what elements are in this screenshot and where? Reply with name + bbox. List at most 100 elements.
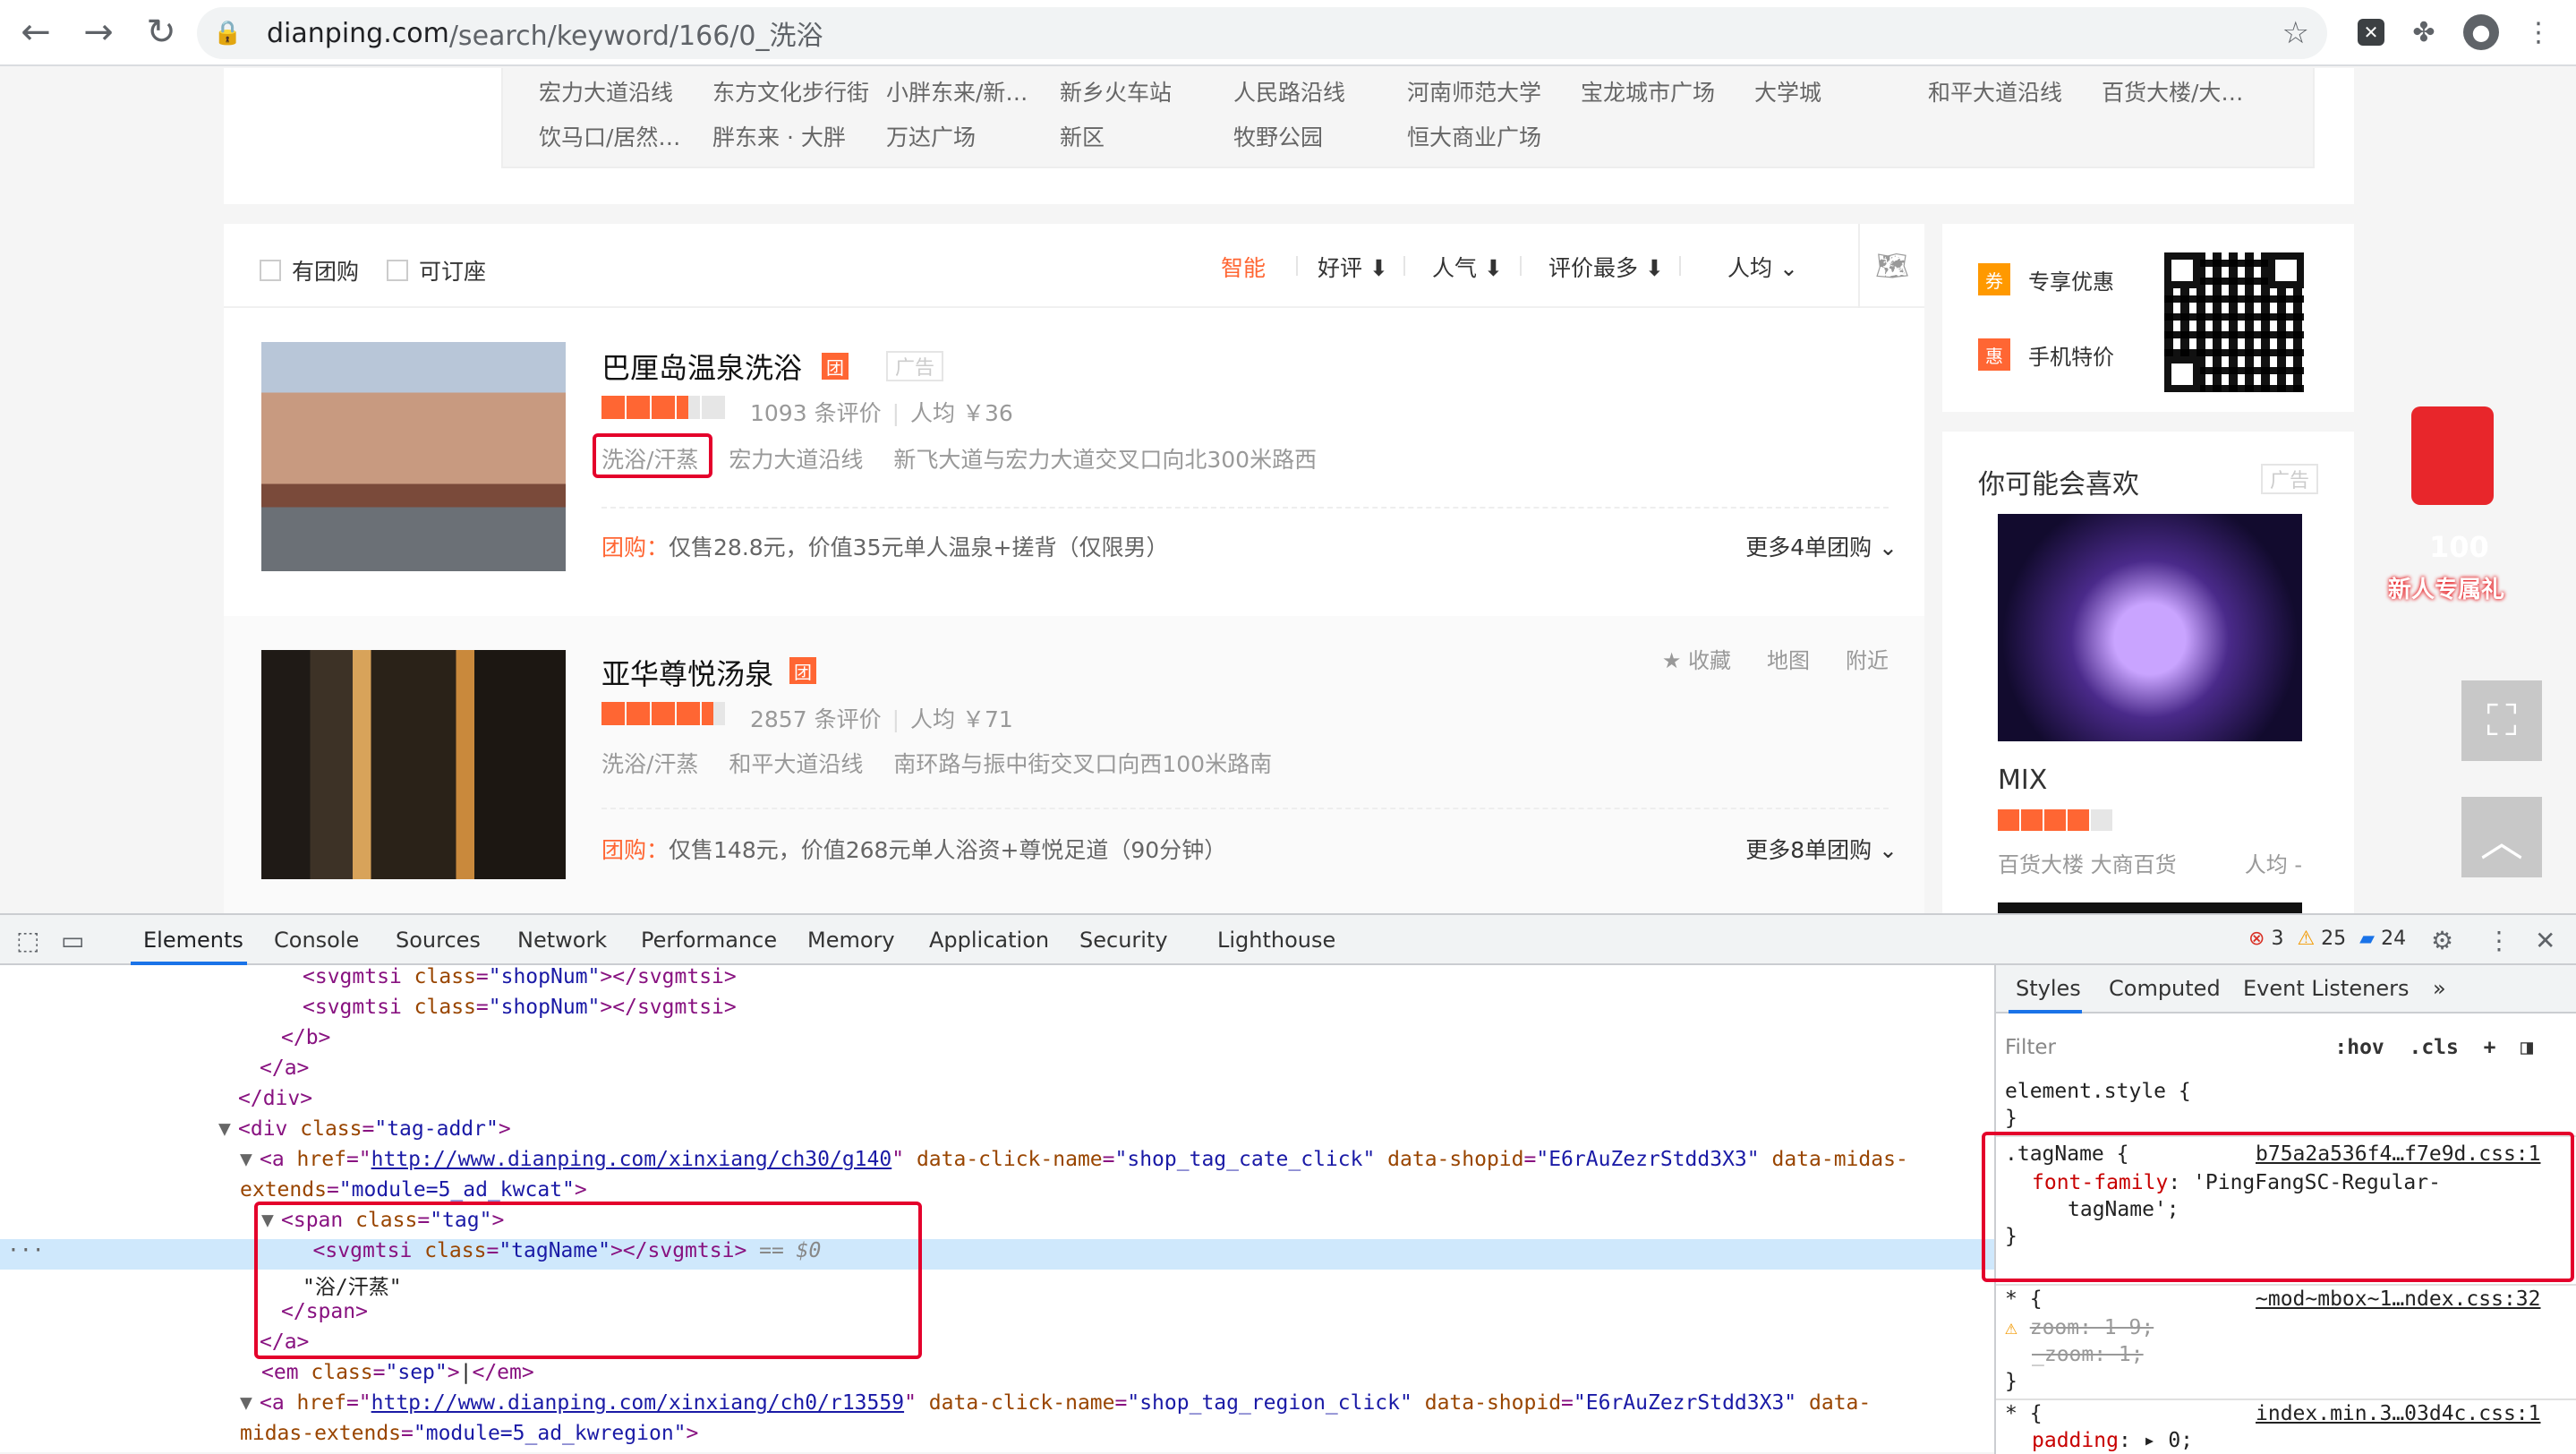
inspect-element-icon[interactable]: ⬚ <box>16 926 39 955</box>
category-tag[interactable]: 洗浴/汗蒸 <box>601 751 698 777</box>
dom-node[interactable]: ▼ <a href="http://www.dianping.com/xinxia… <box>240 1148 1908 1178</box>
has-group-checkbox[interactable]: 有团购 <box>260 254 359 287</box>
checkbox-box[interactable] <box>260 260 281 281</box>
tab-lighthouse[interactable]: Lighthouse <box>1217 928 1335 953</box>
shop-title[interactable]: 巴厘岛温泉洗浴 <box>601 346 802 387</box>
rule-source-link[interactable]: index.min.3…03d4c.css:1 <box>2256 1402 2541 1425</box>
fullscreen-icon[interactable]: ⛶ <box>2461 680 2542 761</box>
styles-filter[interactable]: Filter :hov .cls + ◨ <box>2005 1030 2533 1065</box>
cls-toggle[interactable]: .cls <box>2409 1036 2458 1059</box>
issue-counters[interactable]: ⊗ 3 ⚠ 25 ▰ 24 <box>2248 928 2406 950</box>
map-view-icon[interactable]: 🗺 <box>1858 224 1924 308</box>
rule-selector[interactable]: * { <box>2005 1402 2043 1425</box>
tab-elements[interactable]: Elements <box>143 928 243 953</box>
tab-sources[interactable]: Sources <box>396 928 481 953</box>
dom-node[interactable]: ▼ <div class="tag-addr"> <box>218 1117 511 1148</box>
back-to-top-icon[interactable]: ︿ <box>2461 797 2542 877</box>
sort-popularity[interactable]: 人气 ⬇ <box>1432 251 1503 283</box>
tab-memory[interactable]: Memory <box>807 928 895 953</box>
device-toolbar-icon[interactable]: ▭ <box>61 926 84 955</box>
recommend-photo[interactable] <box>1998 514 2302 741</box>
more-deals-link[interactable]: 更多8单团购 ⌄ <box>1745 833 1898 865</box>
tab-performance[interactable]: Performance <box>641 928 777 953</box>
forward-icon[interactable]: → <box>72 5 125 59</box>
tab-application[interactable]: Application <box>929 928 1049 953</box>
region-link[interactable]: 胖东来 · 大胖 <box>712 120 846 152</box>
shop-item[interactable]: 巴厘岛温泉洗浴 团 广告 1093 条评价 | 人均 ￥36 洗浴/汗蒸 宏力大道沿… <box>224 308 1924 616</box>
dom-node[interactable]: </a> <box>260 1056 309 1087</box>
recommend-name[interactable]: MIX <box>1998 765 2047 796</box>
group-deal[interactable]: 团购：仅售28.8元，价值35元单人温泉+搓背（仅限男） <box>601 530 1168 562</box>
back-icon[interactable]: ← <box>9 5 63 59</box>
shop-item[interactable]: 亚华尊悦汤泉 团 ★ 收藏 地图 附近 2857 条评价 | 人均 ￥71 洗浴/汗… <box>224 616 1924 913</box>
lock-icon[interactable]: 🔒 <box>213 20 249 47</box>
region-link[interactable]: 恒大商业广场 <box>1407 120 1541 152</box>
css-declaration[interactable]: padding: ▸ 0; <box>2032 1429 2193 1452</box>
region-link[interactable]: 饮马口/居然… <box>539 120 680 152</box>
region-link[interactable]: 东方文化步行街 <box>712 75 869 107</box>
reload-icon[interactable]: ↻ <box>134 5 188 59</box>
href-link[interactable]: http://www.dianping.com/xinxiang/ch0/r13… <box>371 1391 904 1415</box>
address-bar[interactable]: 🔒 dianping.com/search/keyword/166/0_洗浴 ☆ <box>197 7 2327 59</box>
exclusive-offer[interactable]: 券专享优惠 <box>1978 263 2114 295</box>
tab-network[interactable]: Network <box>517 928 607 953</box>
newcomer-gift[interactable]: 100 新人专属礼 <box>2388 406 2517 603</box>
dom-node[interactable]: midas-extends="module=5_ad_kwregion"> <box>240 1422 698 1452</box>
dom-node[interactable]: </b> <box>281 1026 330 1056</box>
next-recommend-photo[interactable] <box>1998 902 2302 913</box>
region-link[interactable]: 河南师范大学 <box>1407 75 1541 107</box>
close-icon[interactable]: ✕ <box>2535 926 2555 955</box>
map-action[interactable]: 地图 <box>1767 643 1810 674</box>
sort-avg-price[interactable]: 人均 ⌄ <box>1727 251 1798 283</box>
review-count[interactable]: 1093 条评价 <box>750 400 882 426</box>
href-link[interactable]: http://www.dianping.com/xinxiang/ch30/g1… <box>371 1148 892 1171</box>
dom-node[interactable]: </div> <box>238 1087 312 1117</box>
tab-console[interactable]: Console <box>274 928 359 953</box>
element-style-rule[interactable]: element.style { <box>2005 1080 2191 1103</box>
region-tag[interactable]: 宏力大道沿线 <box>729 447 863 473</box>
more-deals-link[interactable]: 更多4单团购 ⌄ <box>1745 530 1898 562</box>
nearby-action[interactable]: 附近 <box>1846 643 1889 674</box>
rule-source-link[interactable]: ~mod~mbox~1…ndex.css:32 <box>2256 1287 2541 1311</box>
css-declaration[interactable]: _zoom: 1; <box>2032 1343 2144 1366</box>
region-link[interactable]: 人民路沿线 <box>1233 75 1345 107</box>
shop-photo[interactable] <box>261 342 566 571</box>
rule-selector[interactable]: * { <box>2005 1287 2043 1311</box>
hov-toggle[interactable]: :hov <box>2334 1036 2384 1059</box>
region-tag[interactable]: 和平大道沿线 <box>729 751 863 777</box>
region-link[interactable]: 百货大楼/大… <box>2102 75 2243 107</box>
region-link[interactable]: 万达广场 <box>886 120 976 152</box>
tab-computed[interactable]: Computed <box>2109 976 2221 1001</box>
region-link[interactable]: 小胖东来/新… <box>886 75 1028 107</box>
puzzle-extensions-icon[interactable]: ✤ <box>2404 13 2444 52</box>
gear-icon[interactable]: ⚙ <box>2431 926 2453 955</box>
shop-photo[interactable] <box>261 650 566 879</box>
filter-input[interactable]: Filter <box>2005 1036 2056 1059</box>
profile-avatar-icon[interactable]: ● <box>2463 14 2499 50</box>
x-extension-icon[interactable]: ✕ <box>2358 19 2384 46</box>
sort-reviews[interactable]: 评价最多 ⬇ <box>1548 251 1664 283</box>
region-link[interactable]: 新乡火车站 <box>1060 75 1172 107</box>
bookmark-star-icon[interactable]: ☆ <box>2282 15 2309 51</box>
css-declaration[interactable]: ⚠ zoom: 1 9; <box>2005 1316 2154 1339</box>
dom-node[interactable]: ▼ <a href="http://www.dianping.com/xinxia… <box>240 1391 1871 1422</box>
toggle-sidebar-icon[interactable]: ◨ <box>2521 1036 2533 1059</box>
region-link[interactable]: 和平大道沿线 <box>1928 75 2062 107</box>
tab-security[interactable]: Security <box>1079 928 1168 953</box>
dom-node[interactable]: <em class="sep">|</em> <box>261 1361 534 1391</box>
group-deal[interactable]: 团购：仅售148元，价值268元单人浴资+尊悦足道（90分钟） <box>601 833 1226 865</box>
tab-styles[interactable]: Styles <box>2016 976 2081 1001</box>
more-tabs-icon[interactable]: » <box>2433 976 2446 1001</box>
mobile-special[interactable]: 惠手机特价 <box>1978 338 2114 371</box>
favorite-action[interactable]: ★ 收藏 <box>1662 643 1731 674</box>
tab-event-listeners[interactable]: Event Listeners <box>2243 976 2409 1001</box>
kebab-menu-icon[interactable]: ⋮ <box>2519 13 2558 52</box>
review-count[interactable]: 2857 条评价 <box>750 706 882 732</box>
kebab-menu-icon[interactable]: ⋮ <box>2486 926 2512 955</box>
checkbox-box[interactable] <box>387 260 408 281</box>
add-rule-icon[interactable]: + <box>2484 1036 2496 1059</box>
dom-node[interactable]: <svgmtsi class="shopNum"></svgmtsi> <box>303 965 737 996</box>
region-link[interactable]: 大学城 <box>1754 75 1821 107</box>
region-link[interactable]: 新区 <box>1060 120 1105 152</box>
region-link[interactable]: 宝龙城市广场 <box>1581 75 1715 107</box>
